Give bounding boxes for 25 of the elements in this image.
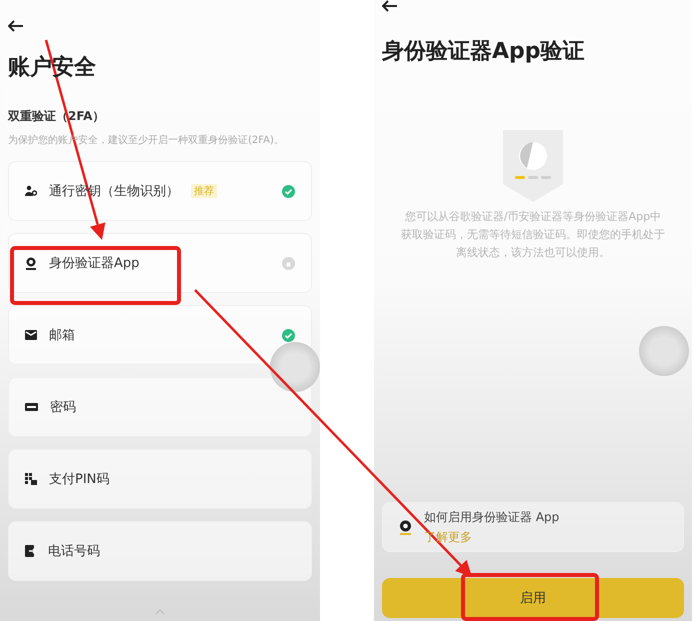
security-option[interactable]: 电话号码 bbox=[8, 521, 312, 581]
mail-icon bbox=[25, 330, 37, 340]
option-label: 支付PIN码 bbox=[49, 471, 110, 488]
enable-button[interactable]: 启用 bbox=[382, 578, 684, 618]
option-label: 电话号码 bbox=[48, 543, 100, 560]
password-icon bbox=[25, 403, 38, 411]
description-text: 您可以从谷歌验证器/币安验证器等身份验证器App中获取验证码，无需等待短信验证码。即使您的手机处于离线状态，该方法也可以使用。 bbox=[400, 209, 666, 261]
people-icon bbox=[25, 185, 37, 197]
security-option[interactable]: 支付PIN码 bbox=[8, 449, 312, 509]
option-label: 邮箱 bbox=[49, 327, 75, 344]
recommended-tag: 推荐 bbox=[191, 184, 217, 198]
option-label: 密码 bbox=[50, 399, 76, 416]
security-option[interactable]: 密码 bbox=[8, 377, 312, 437]
shield-drawing bbox=[503, 130, 563, 202]
user-icon bbox=[399, 520, 412, 534]
security-option[interactable]: 邮箱 bbox=[8, 305, 312, 365]
phone-icon bbox=[25, 545, 36, 557]
help-title: 如何启用身份验证器 App bbox=[424, 508, 560, 526]
user-icon bbox=[25, 256, 37, 270]
option-label: 身份验证器App bbox=[49, 255, 140, 272]
page-title: 身份验证器App验证 bbox=[382, 38, 586, 66]
back-icon[interactable] bbox=[8, 20, 24, 32]
back-icon[interactable] bbox=[382, 0, 398, 12]
security-option[interactable]: 身份验证器App bbox=[8, 233, 312, 293]
keypad-icon bbox=[25, 473, 37, 485]
